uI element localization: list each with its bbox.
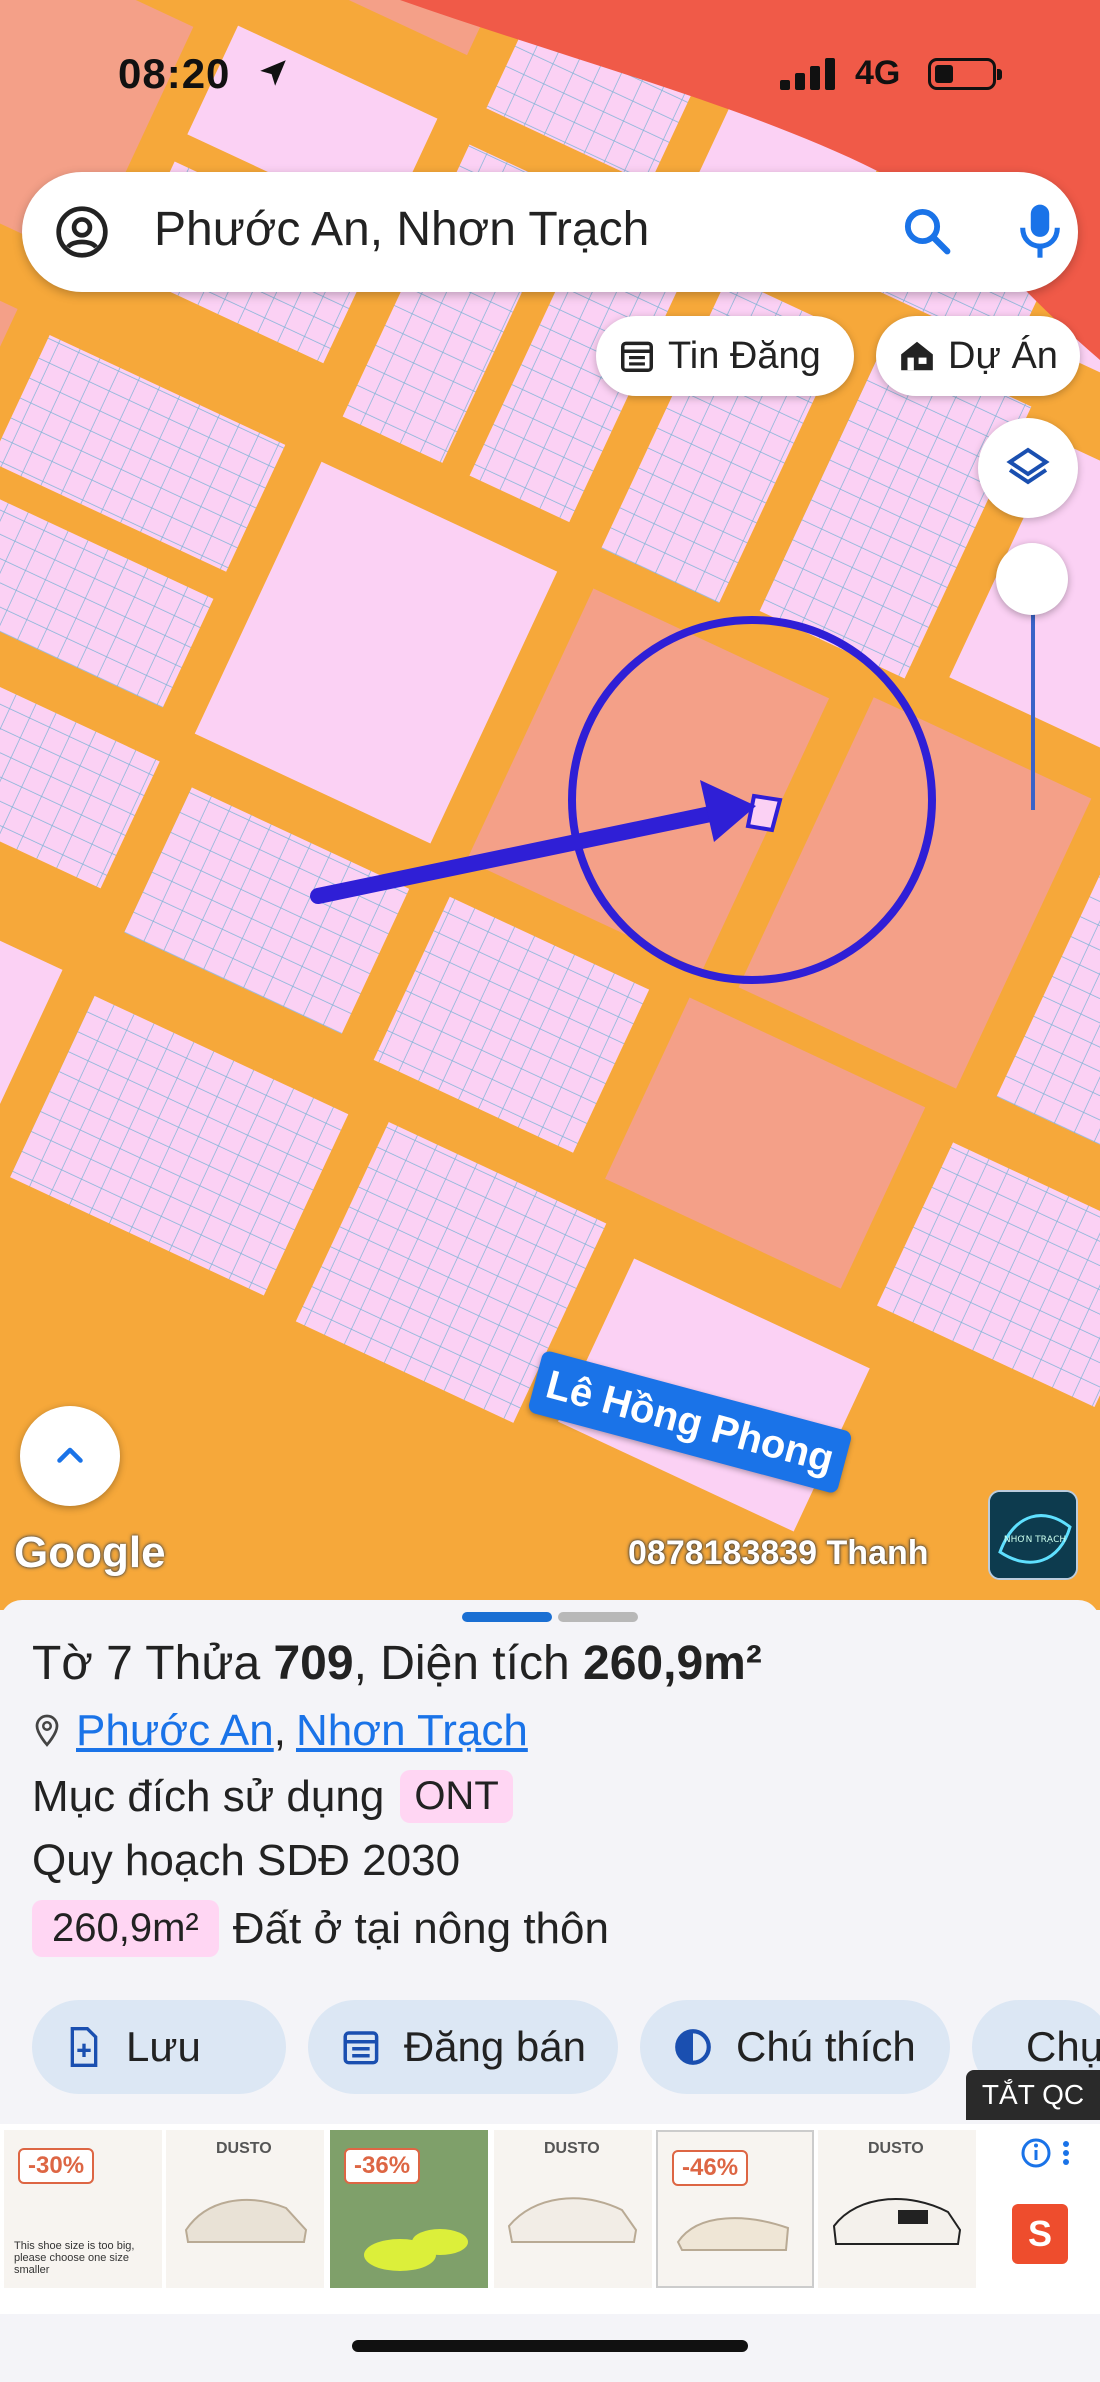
parcel-location: Phước An, Nhơn Trạch bbox=[32, 1706, 528, 1756]
post-sale-button[interactable]: Đăng bán bbox=[308, 2000, 618, 2094]
calendar-icon bbox=[343, 2031, 379, 2065]
search-icon[interactable] bbox=[900, 204, 954, 263]
account-icon[interactable] bbox=[54, 204, 110, 265]
parcel-area: 260,9m² bbox=[583, 1637, 762, 1690]
usage-label: Mục đích sử dụng bbox=[32, 1771, 385, 1821]
ad-item[interactable]: -30% This shoe size is too big, please c… bbox=[4, 2130, 162, 2288]
ad-banner[interactable]: -30% This shoe size is too big, please c… bbox=[0, 2124, 1100, 2314]
network-type: 4G bbox=[855, 54, 901, 92]
planning-desc: Đất ở tại nông thôn bbox=[232, 1903, 609, 1953]
legend-label: Chú thích bbox=[736, 2023, 916, 2070]
save-button[interactable]: Lưu bbox=[32, 2000, 286, 2094]
shop-bag-icon[interactable]: S bbox=[1012, 2204, 1068, 2264]
planning-row: 260,9m² Đất ở tại nông thôn bbox=[32, 1900, 609, 1957]
owner-watermark: 0878183839 Thanh bbox=[628, 1534, 929, 1572]
discount-badge: -36% bbox=[344, 2148, 421, 2184]
listings-chip[interactable]: Tin Đăng bbox=[596, 316, 854, 396]
layers-button[interactable] bbox=[978, 418, 1078, 518]
opacity-slider-knob[interactable] bbox=[996, 543, 1068, 615]
search-bar[interactable]: Phước An, Nhơn Trạch bbox=[22, 172, 1078, 292]
status-bar: 08:20 4G bbox=[0, 44, 1100, 104]
capture-label: Chụp bbox=[1026, 2023, 1100, 2070]
parcel-title: Tờ 7 Thửa 709, Diện tích 260,9m² bbox=[32, 1636, 762, 1691]
building-icon bbox=[901, 341, 933, 371]
battery-icon bbox=[928, 58, 1002, 90]
usage-code-badge: ONT bbox=[400, 1770, 513, 1823]
ad-size-note: This shoe size is too big, please choose… bbox=[14, 2240, 135, 2276]
planning-area-badge: 260,9m² bbox=[32, 1900, 219, 1957]
hide-ads-button[interactable]: TẮT QC bbox=[966, 2070, 1100, 2120]
ad-item[interactable]: DUSTO bbox=[494, 2130, 652, 2288]
ad-item[interactable]: -46% bbox=[656, 2130, 814, 2288]
district-link[interactable]: Nhơn Trạch bbox=[296, 1706, 528, 1756]
usage-row: Mục đích sử dụng ONT bbox=[32, 1770, 513, 1823]
listings-chip-label: Tin Đăng bbox=[668, 334, 821, 377]
contrast-icon bbox=[675, 2029, 711, 2065]
ward-link[interactable]: Phước An bbox=[76, 1706, 274, 1756]
save-file-icon bbox=[70, 2027, 98, 2067]
discount-badge: -46% bbox=[672, 2150, 749, 2186]
layers-icon bbox=[1006, 447, 1050, 485]
projects-chip-label: Dự Án bbox=[948, 334, 1058, 377]
clock: 08:20 bbox=[118, 50, 231, 97]
ad-item[interactable]: -36% bbox=[330, 2130, 488, 2288]
legend-button[interactable]: Chú thích bbox=[640, 2000, 950, 2094]
location-pin-icon bbox=[35, 1714, 59, 1747]
map-view[interactable]: 08:20 4G Phước An, Nhơn Trạch Tin Đăng D… bbox=[0, 0, 1100, 1610]
home-indicator[interactable] bbox=[352, 2340, 748, 2352]
ad-item[interactable]: DUSTO bbox=[166, 2130, 324, 2288]
google-logo: Google bbox=[14, 1528, 166, 1577]
action-buttons: Lưu Đăng bán Chú thích Chụp bbox=[32, 2000, 1100, 2094]
location-arrow-icon bbox=[256, 56, 290, 95]
projects-chip[interactable]: Dự Án bbox=[876, 316, 1080, 396]
search-input[interactable]: Phước An, Nhơn Trạch bbox=[154, 202, 649, 257]
signal-icon bbox=[780, 58, 838, 95]
minimap-thumbnail[interactable]: NHƠN TRẠCH bbox=[988, 1490, 1078, 1580]
microphone-icon[interactable] bbox=[1012, 200, 1068, 265]
ad-info-icon[interactable] bbox=[1020, 2136, 1076, 2175]
sheet-handle[interactable] bbox=[558, 1612, 638, 1622]
ad-brand: DUSTO bbox=[868, 2140, 924, 2157]
title-prefix: Tờ 7 Thửa bbox=[32, 1637, 274, 1690]
title-mid: , Diện tích bbox=[353, 1637, 584, 1690]
ad-item[interactable]: DUSTO bbox=[818, 2130, 976, 2288]
expand-button[interactable] bbox=[20, 1406, 120, 1506]
chevron-up-icon bbox=[57, 1447, 83, 1463]
ad-brand: DUSTO bbox=[544, 2140, 600, 2157]
minimap-label: NHƠN TRẠCH bbox=[1004, 1535, 1066, 1545]
calendar-list-icon bbox=[621, 341, 653, 372]
parcel-number: 709 bbox=[273, 1637, 354, 1690]
save-label: Lưu bbox=[126, 2023, 201, 2070]
parcel-info-sheet: Tờ 7 Thửa 709, Diện tích 260,9m² Phước A… bbox=[0, 1600, 1100, 2382]
post-sale-label: Đăng bán bbox=[403, 2023, 586, 2070]
discount-badge: -30% bbox=[18, 2148, 95, 2184]
ad-brand: DUSTO bbox=[216, 2140, 272, 2157]
planning-label: Quy hoạch SDĐ 2030 bbox=[32, 1836, 461, 1885]
sheet-handle-active[interactable] bbox=[462, 1612, 552, 1622]
